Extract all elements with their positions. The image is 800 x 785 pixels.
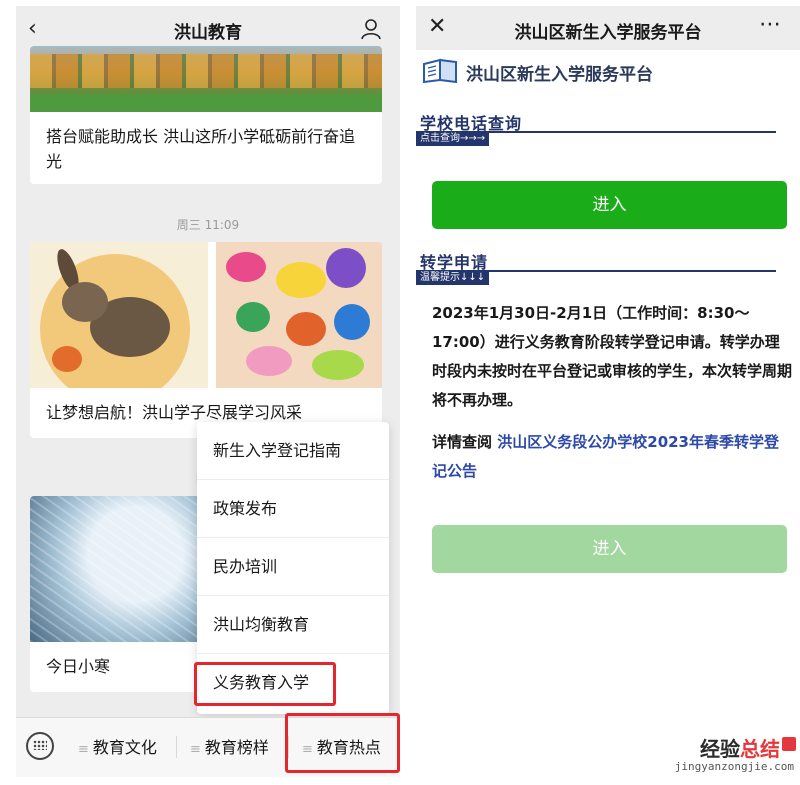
platform-name: 洪山区新生入学服务平台 <box>466 65 653 85</box>
enter-phone-query-button[interactable]: 进入 <box>432 181 787 229</box>
article-title: 搭台赋能助成长 洪山这所小学砥砺前行奋追光 <box>46 127 356 171</box>
article-card[interactable]: 搭台赋能助成长 洪山这所小学砥砺前行奋追光 <box>30 46 382 184</box>
keyboard-icon[interactable] <box>26 732 54 760</box>
menu-item-private-training[interactable]: 民办培训 <box>197 538 389 596</box>
account-title: 洪山教育 <box>174 23 242 43</box>
section-tag: 温馨提示↓↓↓ <box>416 271 490 285</box>
watermark-url: jingyanzongjie.com <box>674 760 794 773</box>
tab-education-culture[interactable]: ≡ 教育文化 <box>78 734 157 758</box>
watermark-logo-text: 经验总结 <box>700 737 780 761</box>
page-title: 洪山区新生入学服务平台 <box>514 23 702 43</box>
section-tag: 点击查询→→→ <box>416 132 490 146</box>
check-icon <box>782 737 796 751</box>
watermark: 经验总结 jingyanzongjie.com <box>666 733 796 773</box>
nav-bar: ‹ 洪山教育 <box>16 6 400 50</box>
tab-label: 教育榜样 <box>204 738 269 757</box>
menu-item-enrollment-guide[interactable]: 新生入学登记指南 <box>197 422 389 480</box>
tab-education-models[interactable]: ≡ 教育榜样 <box>190 734 269 758</box>
detail-prefix: 详情查阅 <box>432 433 493 451</box>
nav-bar: ✕ 洪山区新生入学服务平台 ⋯ <box>416 6 800 50</box>
menu-item-balanced-education[interactable]: 洪山均衡教育 <box>197 596 389 654</box>
more-dots-icon[interactable]: ⋯ <box>759 12 782 37</box>
enrollment-platform-panel: ✕ 洪山区新生入学服务平台 ⋯ 洪山区新生入学服务平台 学校电话查询 点击查询→… <box>416 6 800 777</box>
person-icon[interactable] <box>360 18 382 44</box>
tab-label: 教育文化 <box>92 738 157 757</box>
children-drawing <box>216 242 382 388</box>
enter-transfer-button[interactable]: 进入 <box>432 525 787 573</box>
highlight-box-tab <box>285 713 400 773</box>
rabbit-painting <box>30 242 208 388</box>
school-campus-photo <box>30 46 382 112</box>
detail-line: 详情查阅 洪山区义务段公办学校2023年春季转学登记公告 <box>432 428 792 486</box>
message-time: 周三 11:09 <box>176 218 240 232</box>
wechat-official-account-panel: ‹ 洪山教育 搭台赋能助成长 洪山这所小学砥砺前行奋追光 周三 11:09 让梦… <box>16 6 400 777</box>
book-logo-icon <box>422 58 460 88</box>
transfer-notice: 2023年1月30日-2月1日（工作时间：8:30～17:00）进行义务教育阶段… <box>432 304 793 409</box>
divider <box>176 736 177 758</box>
article-card[interactable]: 让梦想启航！洪山学子尽展学习风采 <box>30 242 382 438</box>
menu-item-policy[interactable]: 政策发布 <box>197 480 389 538</box>
highlight-box-menu <box>194 662 336 706</box>
